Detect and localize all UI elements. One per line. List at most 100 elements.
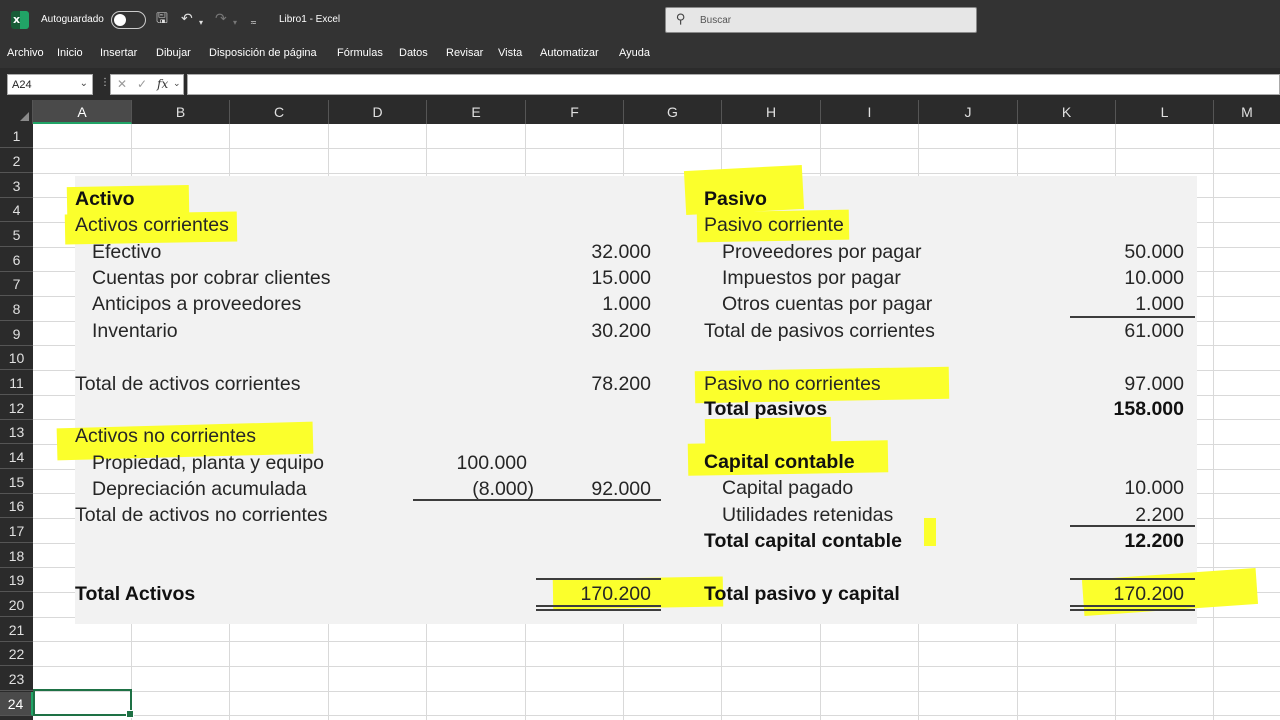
total-activos-corrientes-value: 78.200 [591,373,651,395]
redo-dropdown-chevron-icon[interactable]: ▾ [233,14,237,32]
column-header-b[interactable]: B [132,100,230,124]
total-le-double-rule-1 [1070,605,1195,607]
row-header-6[interactable]: 6 [0,248,33,272]
search-input[interactable] [700,12,960,29]
formula-input-box[interactable] [187,74,1280,95]
row-header-7[interactable]: 7 [0,272,33,296]
selected-cell-a24[interactable] [33,689,134,718]
row-header-16[interactable]: 16 [0,494,33,518]
column-header-k[interactable]: K [1018,100,1116,124]
autosave-label: Autoguardado [41,14,104,25]
row-header-20[interactable]: 20 [0,593,33,617]
balance-sheet-image[interactable]: Activo Activos corrientes Efectivo 32.00… [56,164,1259,624]
row-header-3[interactable]: 3 [0,174,33,198]
autosave-toggle[interactable] [111,11,146,29]
cuentas-por-cobrar-label: Cuentas por cobrar clientes [92,267,331,289]
impuestos-value: 10.000 [1124,267,1184,289]
menu-insertar[interactable]: Insertar [100,47,137,59]
column-header-j[interactable]: J [919,100,1018,124]
column-header-i[interactable]: I [821,100,919,124]
otros-cuentas-label: Otros cuentas por pagar [722,293,933,315]
column-header-d[interactable]: D [329,100,427,124]
menu-disposicion-de-pagina[interactable]: Disposición de página [209,47,317,59]
row-header-22[interactable]: 22 [0,642,33,666]
menu-vista[interactable]: Vista [498,47,522,59]
otros-cuentas-value: 1.000 [1135,293,1184,315]
row-header-14[interactable]: 14 [0,445,33,469]
column-header-l[interactable]: L [1116,100,1214,124]
chevron-down-icon[interactable]: ⌄ [80,78,88,89]
proveedores-label: Proveedores por pagar [722,241,922,263]
pasivo-corriente-heading: Pasivo corriente [704,214,844,236]
menu-dibujar[interactable]: Dibujar [156,47,191,59]
row-header-12[interactable]: 12 [0,396,33,420]
utilidades-retenidas-label: Utilidades retenidas [722,504,894,526]
menu-inicio[interactable]: Inicio [57,47,83,59]
total-assets-top-rule [536,578,661,580]
row-header-5[interactable]: 5 [0,223,33,247]
row-header-24[interactable]: 24 [0,692,33,716]
formula-input[interactable] [188,75,1279,95]
more-options-icon[interactable]: ⋮ [100,77,110,88]
propiedad-planta-equipo-label: Propiedad, planta y equipo [92,452,325,474]
activos-corrientes-heading: Activos corrientes [75,214,229,236]
redo-icon[interactable]: ↷ [215,10,227,28]
row-header-1[interactable]: 1 [0,124,33,148]
row-header-21[interactable]: 21 [0,618,33,642]
capital-pagado-value: 10.000 [1124,477,1184,499]
row-header-2[interactable]: 2 [0,149,33,173]
inventario-label: Inventario [92,320,178,342]
column-header-a[interactable]: A [33,100,132,124]
total-activos-corrientes-label: Total de activos corrientes [75,373,301,395]
save-icon[interactable]: 🖫 [156,10,168,28]
total-capital-contable-value: 12.200 [1124,530,1184,552]
row-header-8[interactable]: 8 [0,297,33,321]
row-header-23[interactable]: 23 [0,667,33,691]
row-header-17[interactable]: 17 [0,519,33,543]
fx-icon[interactable]: fx [157,77,168,91]
total-pasivos-label: Total pasivos [704,398,828,420]
row-header-10[interactable]: 10 [0,346,33,370]
menu-formulas[interactable]: Fórmulas [337,47,383,59]
row-header-19[interactable]: 19 [0,568,33,592]
name-box-input[interactable] [12,78,72,92]
pasivo-no-corrientes-value: 97.000 [1124,373,1184,395]
menu-datos[interactable]: Datos [399,47,428,59]
document-title: Libro1 - Excel [279,14,341,25]
row-header-11[interactable]: 11 [0,371,33,395]
highlight-total-capital-contable [924,518,936,546]
search-box[interactable]: ⚲ [665,7,977,33]
enter-icon[interactable]: ✓ [137,77,147,91]
undo-dropdown-chevron-icon[interactable]: ▾ [199,14,203,32]
search-icon: ⚲ [676,12,686,27]
select-all-button[interactable] [0,100,33,124]
excel-logo-icon: x [11,11,29,29]
row-header-15[interactable]: 15 [0,470,33,494]
column-header-h[interactable]: H [722,100,821,124]
column-header-m[interactable]: M [1214,100,1280,124]
customize-toolbar-icon[interactable]: ≂ [250,14,257,32]
row-header-13[interactable]: 13 [0,420,33,444]
row-header-18[interactable]: 18 [0,544,33,568]
total-le-double-rule-2 [1070,609,1195,611]
undo-icon[interactable]: ↶ [181,10,193,28]
column-header-e[interactable]: E [427,100,526,124]
capital-pagado-label: Capital pagado [722,477,854,499]
cancel-icon[interactable]: ✕ [117,77,127,91]
menu-revisar[interactable]: Revisar [446,47,483,59]
column-header-f[interactable]: F [526,100,624,124]
menu-archivo[interactable]: Archivo [7,47,44,59]
column-header-g[interactable]: G [624,100,722,124]
row-header-4[interactable]: 4 [0,198,33,222]
fx-chevron-icon[interactable]: ⌄ [173,79,181,89]
row-header-9[interactable]: 9 [0,322,33,346]
pasivo-no-corrientes-label: Pasivo no corrientes [704,373,881,395]
efectivo-label: Efectivo [92,241,162,263]
total-pasivos-value: 158.000 [1113,398,1185,420]
pasivo-heading: Pasivo [704,188,767,210]
column-header-c[interactable]: C [230,100,329,124]
name-box[interactable]: ⌄ [7,74,93,95]
anticipos-value: 1.000 [602,293,651,315]
menu-automatizar[interactable]: Automatizar [540,47,599,59]
menu-ayuda[interactable]: Ayuda [619,47,650,59]
